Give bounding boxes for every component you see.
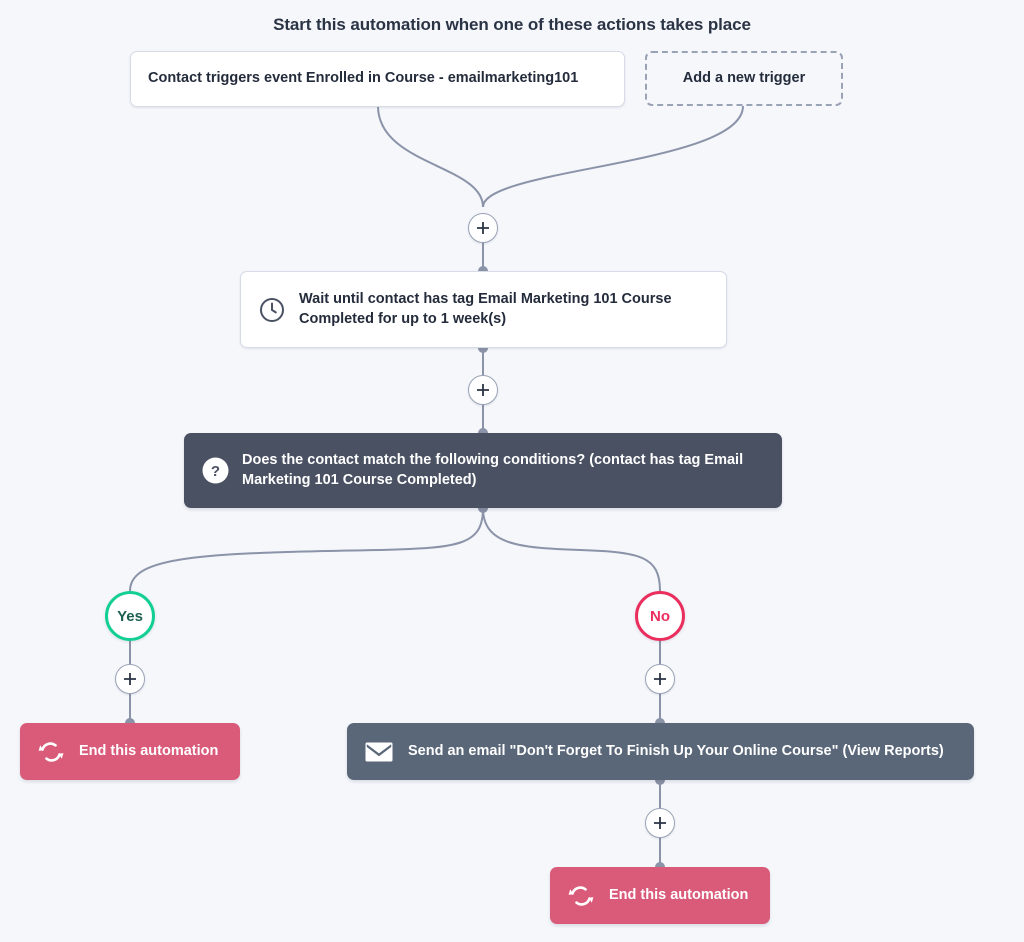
send-email-label: Send an email "Don't Forget To Finish Up… bbox=[408, 742, 944, 759]
end-automation-node-yes-branch[interactable]: End this automation bbox=[20, 723, 240, 780]
trigger-label: Contact triggers event Enrolled in Cours… bbox=[148, 70, 579, 87]
add-step-button-after-wait[interactable] bbox=[468, 375, 498, 405]
branch-label-yes: Yes bbox=[117, 607, 143, 625]
add-new-trigger-button[interactable]: Add a new trigger bbox=[645, 51, 843, 106]
add-step-button-after-triggers[interactable] bbox=[468, 213, 498, 243]
envelope-icon bbox=[365, 742, 393, 761]
question-mark-icon: ? bbox=[202, 457, 229, 484]
branch-label-no: No bbox=[650, 607, 670, 625]
clock-icon bbox=[260, 297, 284, 322]
condition-node[interactable]: ? Does the contact match the following c… bbox=[184, 433, 782, 508]
trigger-node-primary[interactable]: Contact triggers event Enrolled in Cours… bbox=[130, 51, 625, 107]
plus-icon bbox=[654, 673, 666, 685]
wait-node-label: Wait until contact has tag Email Marketi… bbox=[299, 290, 672, 327]
end-automation-node-no-branch[interactable]: End this automation bbox=[550, 867, 770, 924]
add-step-button-after-email[interactable] bbox=[645, 808, 675, 838]
end-automation-label: End this automation bbox=[79, 742, 219, 759]
plus-icon bbox=[124, 673, 136, 685]
branch-badge-yes[interactable]: Yes bbox=[105, 591, 155, 641]
wait-node[interactable]: Wait until contact has tag Email Marketi… bbox=[240, 271, 727, 348]
svg-text:?: ? bbox=[211, 463, 220, 480]
cycle-arrows-icon bbox=[568, 885, 594, 906]
end-automation-label: End this automation bbox=[609, 886, 749, 903]
send-email-node[interactable]: Send an email "Don't Forget To Finish Up… bbox=[347, 723, 974, 780]
plus-icon bbox=[477, 222, 489, 234]
cycle-arrows-icon bbox=[38, 741, 64, 762]
automation-workflow-canvas: Start this automation when one of these … bbox=[0, 0, 1024, 942]
condition-node-label: Does the contact match the following con… bbox=[242, 451, 744, 488]
add-step-button-no-branch[interactable] bbox=[645, 664, 675, 694]
plus-icon bbox=[477, 384, 489, 396]
page-title: Start this automation when one of these … bbox=[273, 15, 751, 34]
plus-icon bbox=[654, 817, 666, 829]
add-trigger-label: Add a new trigger bbox=[682, 69, 806, 86]
add-step-button-yes-branch[interactable] bbox=[115, 664, 145, 694]
branch-badge-no[interactable]: No bbox=[635, 591, 685, 641]
